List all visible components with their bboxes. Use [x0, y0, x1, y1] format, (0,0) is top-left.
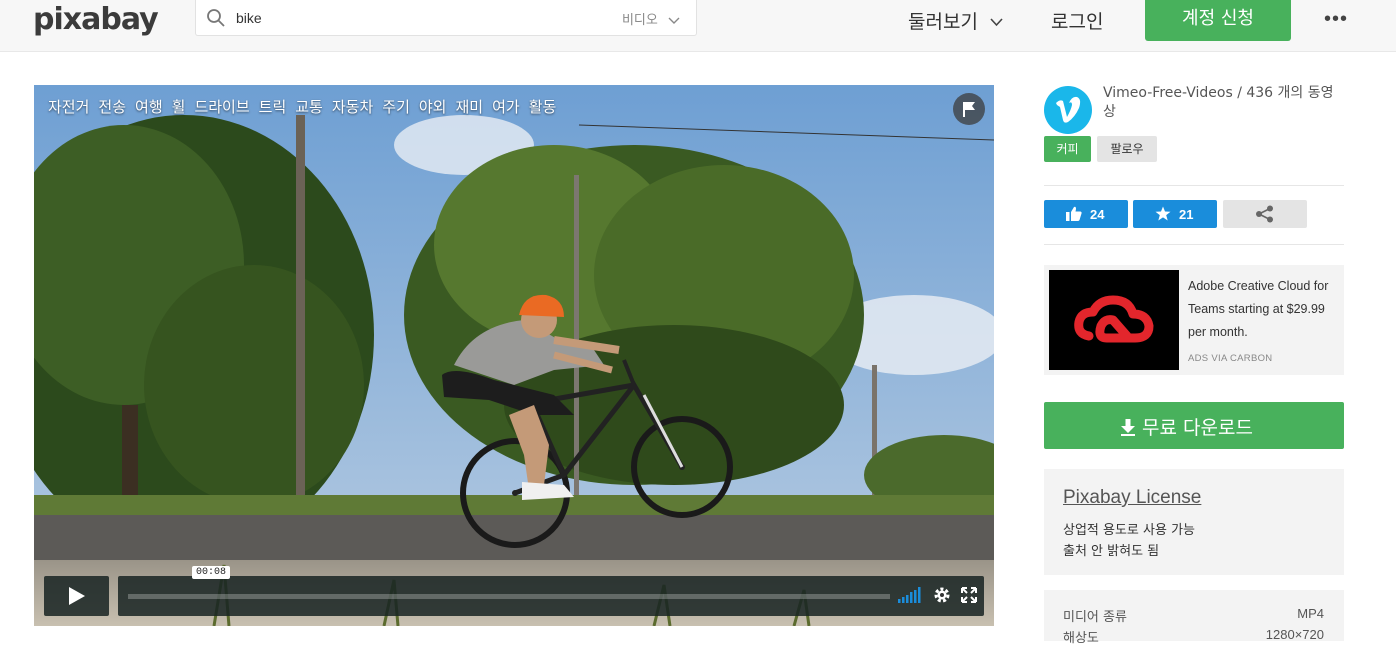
settings-gear-icon[interactable]: [932, 585, 952, 605]
top-navigation-bar: pixabay 비디오 둘러보기 로그인 계정 신청 •••: [0, 0, 1396, 52]
license-panel: Pixabay License 상업적 용도로 사용 가능 출처 안 밝혀도 됨: [1044, 469, 1344, 575]
star-icon: [1155, 206, 1171, 221]
media-type-label: 미디어 종류: [1063, 610, 1127, 625]
search-box: 비디오: [195, 0, 697, 36]
video-tags: 자전거 전송 여행 휠 드라이브 트릭 교통 자동차 주기 야외 재미 여가 활동: [48, 96, 565, 117]
media-info-panel: 미디어 종류 MP4 해상도 1280×720: [1044, 590, 1344, 646]
like-count: 24: [1090, 207, 1105, 222]
video-tag[interactable]: 활동: [529, 98, 557, 116]
free-download-label: 무료 다운로드: [1142, 417, 1253, 439]
follow-button[interactable]: 팔로우: [1097, 136, 1157, 162]
divider: [1044, 185, 1344, 186]
more-menu-icon[interactable]: •••: [1324, 8, 1348, 31]
video-tag[interactable]: 재미: [455, 98, 483, 116]
license-title-link[interactable]: Pixabay License: [1063, 487, 1201, 509]
media-type-filter-label: 비디오: [621, 13, 658, 28]
author-avatar[interactable]: [1044, 86, 1092, 134]
author-name-and-count[interactable]: Vimeo-Free-Videos / 436 개의 동영상: [1103, 84, 1343, 122]
adobe-creative-cloud-logo-icon: [1074, 295, 1154, 343]
video-tag[interactable]: 드라이브: [194, 98, 249, 116]
video-tag[interactable]: 야외: [419, 98, 447, 116]
share-button[interactable]: [1223, 200, 1307, 228]
video-tag[interactable]: 여행: [135, 98, 163, 116]
download-icon: [1121, 419, 1135, 436]
license-commercial-use: 상업적 용도로 사용 가능: [1063, 523, 1195, 538]
vimeo-logo-icon: [1056, 96, 1081, 123]
share-icon: [1256, 205, 1273, 223]
video-tag[interactable]: 자전거: [48, 98, 89, 116]
explore-menu-label: 둘러보기: [908, 11, 978, 33]
search-input[interactable]: [236, 8, 596, 28]
ad-text[interactable]: Adobe Creative Cloud for Teams starting …: [1188, 275, 1340, 344]
ad-image[interactable]: [1049, 270, 1179, 370]
play-button[interactable]: [44, 576, 109, 616]
license-no-attribution: 출처 안 밝혀도 됨: [1063, 544, 1160, 559]
video-tag[interactable]: 휠: [172, 98, 186, 116]
video-control-bar: 00:08: [118, 566, 984, 616]
seek-bar[interactable]: [128, 594, 890, 599]
fullscreen-icon[interactable]: [960, 586, 978, 604]
coffee-button[interactable]: 커피: [1044, 136, 1091, 162]
video-tag[interactable]: 여가: [492, 98, 520, 116]
current-time-badge: 00:08: [192, 566, 231, 579]
volume-icon[interactable]: [898, 587, 922, 603]
sponsored-ad[interactable]: Adobe Creative Cloud for Teams starting …: [1044, 265, 1344, 375]
report-flag-button[interactable]: [953, 93, 985, 125]
favorite-count: 21: [1179, 207, 1194, 222]
like-button[interactable]: 24: [1044, 200, 1128, 228]
pixabay-logo[interactable]: pixabay: [33, 2, 159, 37]
explore-menu[interactable]: 둘러보기: [908, 7, 1003, 34]
video-tag[interactable]: 전송: [98, 98, 126, 116]
favorite-button[interactable]: 21: [1133, 200, 1217, 228]
video-tag[interactable]: 교통: [295, 98, 323, 116]
play-icon: [69, 587, 85, 605]
resolution-value: 1280×720: [1265, 627, 1324, 642]
chevron-down-icon: [668, 17, 680, 24]
chevron-down-icon: [990, 18, 1003, 27]
free-download-button[interactable]: 무료 다운로드: [1044, 402, 1344, 449]
video-tag[interactable]: 자동차: [332, 98, 373, 116]
thumbs-up-icon: [1066, 206, 1082, 221]
media-type-value: MP4: [1297, 606, 1324, 621]
video-frame-bike-trick: [34, 85, 994, 626]
signup-button[interactable]: 계정 신청: [1145, 0, 1291, 41]
search-icon[interactable]: [206, 8, 226, 28]
divider: [1044, 244, 1344, 245]
video-player[interactable]: 자전거 전송 여행 휠 드라이브 트릭 교통 자동차 주기 야외 재미 여가 활동 00:08: [34, 85, 994, 626]
flag-icon: [963, 102, 975, 117]
video-tag[interactable]: 주기: [382, 98, 410, 116]
resolution-label: 해상도: [1063, 631, 1099, 646]
login-link[interactable]: 로그인: [1051, 7, 1103, 34]
video-tag[interactable]: 트릭: [259, 98, 287, 116]
media-type-filter-dropdown[interactable]: 비디오: [622, 9, 680, 28]
video-controls: 00:08: [44, 566, 984, 616]
ads-via-carbon-label[interactable]: ADS VIA CARBON: [1188, 353, 1272, 364]
